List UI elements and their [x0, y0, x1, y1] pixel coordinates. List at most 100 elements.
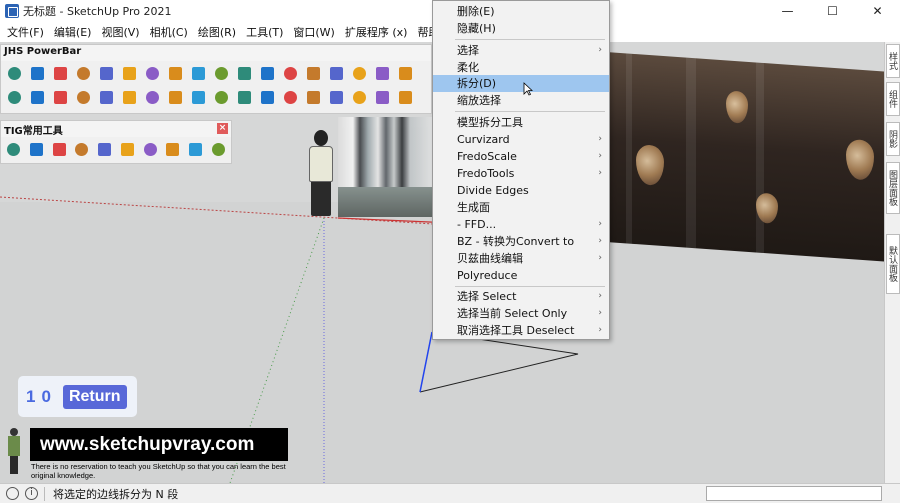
- toolbar-tool-button[interactable]: [372, 63, 392, 83]
- tool-icon: [122, 90, 136, 104]
- toolbar-tool-button[interactable]: [372, 87, 392, 107]
- toolbar-tool-button[interactable]: [303, 63, 323, 83]
- toolbar-tool-button[interactable]: [49, 139, 69, 159]
- ctx-bezier-edit[interactable]: 贝兹曲线编辑 ›: [433, 250, 609, 267]
- toolbar-tool-button[interactable]: [96, 63, 116, 83]
- ctx-hide[interactable]: 隐藏(H): [433, 20, 609, 37]
- toolbar-tool-button[interactable]: [50, 63, 70, 83]
- toolbar-tool-button[interactable]: [142, 87, 162, 107]
- toolbar-tool-button[interactable]: [27, 139, 47, 159]
- selected-edge[interactable]: [419, 331, 579, 393]
- ctx-polyreduce[interactable]: Polyreduce: [433, 267, 609, 284]
- tool-icon: [52, 142, 66, 156]
- ctx-soften[interactable]: 柔化: [433, 59, 609, 76]
- toolbar-tool-button[interactable]: [326, 87, 346, 107]
- toolbar-tool-button[interactable]: [95, 139, 115, 159]
- toolbar-tool-button[interactable]: [4, 63, 24, 83]
- toolbar-tool-button[interactable]: [4, 139, 24, 159]
- ctx-zoom-selection[interactable]: 缩放选择: [433, 92, 609, 109]
- ctx-select-only[interactable]: 选择当前 Select Only ›: [433, 305, 609, 322]
- tab-components[interactable]: 组件: [886, 82, 900, 116]
- toolbar-tool-button[interactable]: [163, 139, 183, 159]
- tab-styles[interactable]: 样式: [886, 44, 900, 78]
- toolbar-tool-button[interactable]: [27, 63, 47, 83]
- ctx-divide-edges[interactable]: Divide Edges: [433, 182, 609, 199]
- close-button[interactable]: ✕: [855, 0, 900, 22]
- toolbar-tool-button[interactable]: [73, 63, 93, 83]
- ctx-bz-convert[interactable]: BZ - 转换为Convert to ›: [433, 233, 609, 250]
- minimize-button[interactable]: —: [765, 0, 810, 22]
- toolbar-tool-button[interactable]: [280, 63, 300, 83]
- submenu-arrow-icon: ›: [598, 308, 602, 318]
- menu-window[interactable]: 窗口(W): [288, 24, 339, 40]
- tool-icon: [283, 66, 297, 80]
- key-digit: 0: [41, 386, 51, 406]
- tool-icon: [30, 90, 44, 104]
- toolbar-tool-button[interactable]: [208, 139, 228, 159]
- toolbar-tool-button[interactable]: [165, 63, 185, 83]
- toolbar-tool-button[interactable]: [395, 63, 415, 83]
- measurements-box[interactable]: [706, 486, 882, 501]
- toolbar-tool-button[interactable]: [50, 87, 70, 107]
- toolbar-tool-button[interactable]: [165, 87, 185, 107]
- toolbar-tool-button[interactable]: [257, 63, 277, 83]
- toolbar-close-button[interactable]: ×: [217, 123, 228, 134]
- toolbar-tool-button[interactable]: [4, 87, 24, 107]
- tool-icon: [168, 66, 182, 80]
- toolbar-tool-button[interactable]: [140, 139, 160, 159]
- ctx-fredotools[interactable]: FredoTools ›: [433, 165, 609, 182]
- tool-icon: [98, 142, 112, 156]
- toolbar-tool-button[interactable]: [188, 87, 208, 107]
- submenu-arrow-icon: ›: [598, 151, 602, 161]
- toolbar-tool-button[interactable]: [211, 63, 231, 83]
- brand-url: www.sketchupvray.com: [30, 428, 288, 461]
- geo-location-icon[interactable]: [6, 487, 19, 500]
- toolbar-tool-button[interactable]: [188, 63, 208, 83]
- ctx-item-label: 隐藏(H): [457, 22, 496, 35]
- menu-camera[interactable]: 相机(C): [145, 24, 193, 40]
- toolbar-tool-button[interactable]: [73, 87, 93, 107]
- ctx-deselect[interactable]: 取消选择工具 Deselect ›: [433, 322, 609, 339]
- submenu-arrow-icon: ›: [598, 253, 602, 263]
- toolbar-tool-button[interactable]: [142, 63, 162, 83]
- toolbar-tool-button[interactable]: [303, 87, 323, 107]
- toolbar-tool-button[interactable]: [280, 87, 300, 107]
- ctx-make-faces[interactable]: 生成面: [433, 199, 609, 216]
- ctx-delete[interactable]: 删除(E): [433, 3, 609, 20]
- menu-tools[interactable]: 工具(T): [241, 24, 288, 40]
- info-icon[interactable]: i: [25, 487, 38, 500]
- tool-icon: [30, 142, 44, 156]
- toolbar-tool-button[interactable]: [211, 87, 231, 107]
- tool-icon: [76, 66, 90, 80]
- toolbar-tool-button[interactable]: [349, 63, 369, 83]
- toolbar-tool-button[interactable]: [349, 87, 369, 107]
- tab-layers[interactable]: 图层面板: [886, 162, 900, 214]
- ctx-fredoscale[interactable]: FredoScale ›: [433, 148, 609, 165]
- toolbar-tool-button[interactable]: [186, 139, 206, 159]
- ctx-select-select[interactable]: 选择 Select ›: [433, 288, 609, 305]
- toolbar-tool-button[interactable]: [27, 87, 47, 107]
- menu-view[interactable]: 视图(V): [96, 24, 144, 40]
- toolbar-tool-button[interactable]: [326, 63, 346, 83]
- toolbar-tool-button[interactable]: [119, 87, 139, 107]
- menu-extensions[interactable]: 扩展程序 (x): [340, 24, 413, 40]
- toolbar-tool-button[interactable]: [395, 87, 415, 107]
- ctx-select[interactable]: 选择 ›: [433, 42, 609, 59]
- toolbar-tool-button[interactable]: [118, 139, 138, 159]
- tab-shadows[interactable]: 阴影: [886, 122, 900, 156]
- toolbar-tool-button[interactable]: [257, 87, 277, 107]
- ctx-model-split-tool[interactable]: 模型拆分工具: [433, 114, 609, 131]
- ctx-curvizard[interactable]: Curvizard ›: [433, 131, 609, 148]
- tab-default-tray[interactable]: 默认面板: [886, 234, 900, 294]
- maximize-button[interactable]: ☐: [810, 0, 855, 22]
- toolbar-tool-button[interactable]: [119, 63, 139, 83]
- ctx-ffd[interactable]: - FFD... ›: [433, 216, 609, 233]
- ctx-divide[interactable]: 拆分(D): [433, 75, 609, 92]
- menu-edit[interactable]: 编辑(E): [49, 24, 97, 40]
- toolbar-tool-button[interactable]: [96, 87, 116, 107]
- toolbar-tool-button[interactable]: [72, 139, 92, 159]
- toolbar-tool-button[interactable]: [234, 63, 254, 83]
- toolbar-tool-button[interactable]: [234, 87, 254, 107]
- menu-file[interactable]: 文件(F): [2, 24, 49, 40]
- menu-draw[interactable]: 绘图(R): [193, 24, 241, 40]
